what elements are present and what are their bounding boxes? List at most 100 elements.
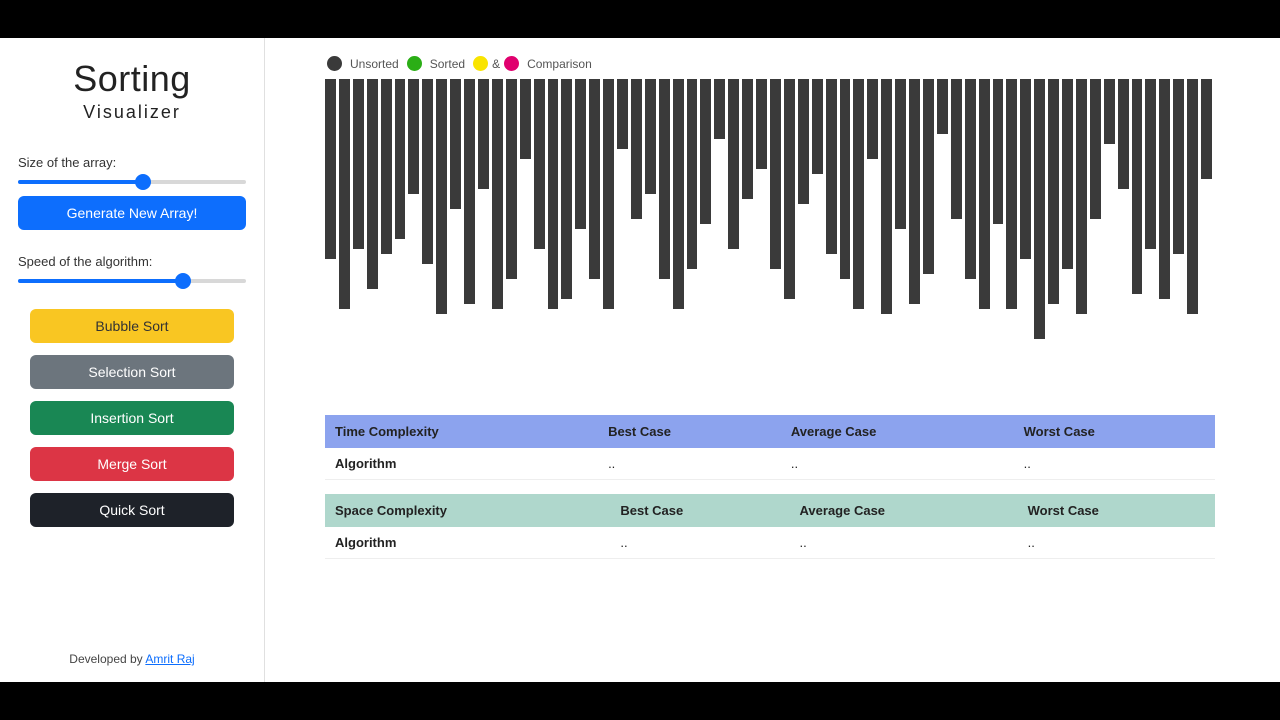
visualization-bar: [561, 79, 572, 299]
legend-comparison-dot-a: [473, 56, 488, 71]
visualization-bar: [436, 79, 447, 314]
visualization-bar: [770, 79, 781, 269]
visualization-bar: [784, 79, 795, 299]
visualization-bar: [534, 79, 545, 249]
visualization-bar: [1173, 79, 1184, 254]
visualization-bar: [687, 79, 698, 269]
visualization-bar: [840, 79, 851, 279]
visualization-bar: [464, 79, 475, 304]
app-container: Sorting Visualizer Size of the array: Ge…: [0, 38, 1280, 682]
time-complexity-title: Time Complexity: [325, 415, 598, 448]
credit-line: Developed by Amrit Raj: [18, 652, 246, 672]
visualization-bar: [1076, 79, 1087, 314]
visualization-bar: [993, 79, 1004, 224]
visualization-bar: [353, 79, 364, 249]
quick-sort-button[interactable]: Quick Sort: [30, 493, 234, 527]
merge-sort-button[interactable]: Merge Sort: [30, 447, 234, 481]
visualization-bar: [575, 79, 586, 229]
visualization-bar: [478, 79, 489, 189]
table-row: Algorithm .. .. ..: [325, 527, 1215, 559]
table-header-row: Space Complexity Best Case Average Case …: [325, 494, 1215, 527]
space-header-best: Best Case: [610, 494, 789, 527]
main-panel: Unsorted Sorted & Comparison Time Comple…: [265, 38, 1280, 682]
time-best-cell: ..: [598, 448, 781, 480]
visualization-bar: [367, 79, 378, 289]
time-header-avg: Average Case: [781, 415, 1014, 448]
visualization-bar: [325, 79, 336, 259]
time-complexity-table: Time Complexity Best Case Average Case W…: [325, 415, 1215, 480]
complexity-tables: Time Complexity Best Case Average Case W…: [325, 415, 1215, 559]
time-worst-cell: ..: [1014, 448, 1215, 480]
visualization-bar: [867, 79, 878, 159]
visualization-bar: [395, 79, 406, 239]
bubble-sort-button[interactable]: Bubble Sort: [30, 309, 234, 343]
visualization-bar: [631, 79, 642, 219]
visualization-bar: [728, 79, 739, 249]
legend-sorted-label: Sorted: [430, 57, 465, 71]
visualization-bar: [979, 79, 990, 309]
sorting-visualization: [325, 79, 1215, 359]
legend-amp: &: [492, 57, 500, 71]
time-header-worst: Worst Case: [1014, 415, 1215, 448]
array-size-slider[interactable]: [18, 180, 246, 184]
visualization-bar: [965, 79, 976, 279]
generate-array-button[interactable]: Generate New Array!: [18, 196, 246, 230]
space-header-avg: Average Case: [790, 494, 1018, 527]
visualization-bar: [909, 79, 920, 304]
visualization-bar: [1118, 79, 1129, 189]
visualization-bar: [756, 79, 767, 169]
visualization-bar: [1104, 79, 1115, 144]
selection-sort-button[interactable]: Selection Sort: [30, 355, 234, 389]
speed-label: Speed of the algorithm:: [18, 254, 246, 269]
sidebar: Sorting Visualizer Size of the array: Ge…: [0, 38, 265, 682]
visualization-bar: [1145, 79, 1156, 249]
legend-comparison-label: Comparison: [527, 57, 592, 71]
letterbox-top: [0, 0, 1280, 38]
visualization-bar: [895, 79, 906, 229]
visualization-bar: [881, 79, 892, 314]
legend-unsorted-label: Unsorted: [350, 57, 399, 71]
visualization-bar: [742, 79, 753, 199]
credit-author-link[interactable]: Amrit Raj: [145, 652, 194, 666]
legend: Unsorted Sorted & Comparison: [327, 56, 1240, 71]
space-row-label: Algorithm: [325, 527, 610, 559]
time-header-best: Best Case: [598, 415, 781, 448]
visualization-bar: [603, 79, 614, 309]
space-complexity-title: Space Complexity: [325, 494, 610, 527]
visualization-bar: [1132, 79, 1143, 294]
visualization-bar: [492, 79, 503, 309]
visualization-bar: [381, 79, 392, 254]
table-header-row: Time Complexity Best Case Average Case W…: [325, 415, 1215, 448]
visualization-bar: [1034, 79, 1045, 339]
visualization-bar: [1187, 79, 1198, 314]
visualization-bar: [450, 79, 461, 209]
space-complexity-table: Space Complexity Best Case Average Case …: [325, 494, 1215, 559]
credit-prefix: Developed by: [69, 652, 145, 666]
visualization-bar: [520, 79, 531, 159]
visualization-bar: [1020, 79, 1031, 259]
visualization-bar: [714, 79, 725, 139]
visualization-bar: [548, 79, 559, 309]
visualization-bar: [506, 79, 517, 279]
visualization-bar: [853, 79, 864, 309]
table-row: Algorithm .. .. ..: [325, 448, 1215, 480]
app-subtitle: Visualizer: [18, 102, 246, 123]
visualization-bar: [1062, 79, 1073, 269]
insertion-sort-button[interactable]: Insertion Sort: [30, 401, 234, 435]
visualization-bar: [1006, 79, 1017, 309]
visualization-bar: [951, 79, 962, 219]
legend-unsorted-dot: [327, 56, 342, 71]
visualization-bar: [339, 79, 350, 309]
visualization-bar: [826, 79, 837, 254]
space-header-worst: Worst Case: [1018, 494, 1215, 527]
space-worst-cell: ..: [1018, 527, 1215, 559]
visualization-bar: [812, 79, 823, 174]
visualization-bar: [422, 79, 433, 264]
time-avg-cell: ..: [781, 448, 1014, 480]
visualization-bar: [1048, 79, 1059, 304]
visualization-bar: [408, 79, 419, 194]
space-best-cell: ..: [610, 527, 789, 559]
visualization-bar: [700, 79, 711, 224]
algorithm-speed-slider[interactable]: [18, 279, 246, 283]
time-row-label: Algorithm: [325, 448, 598, 480]
